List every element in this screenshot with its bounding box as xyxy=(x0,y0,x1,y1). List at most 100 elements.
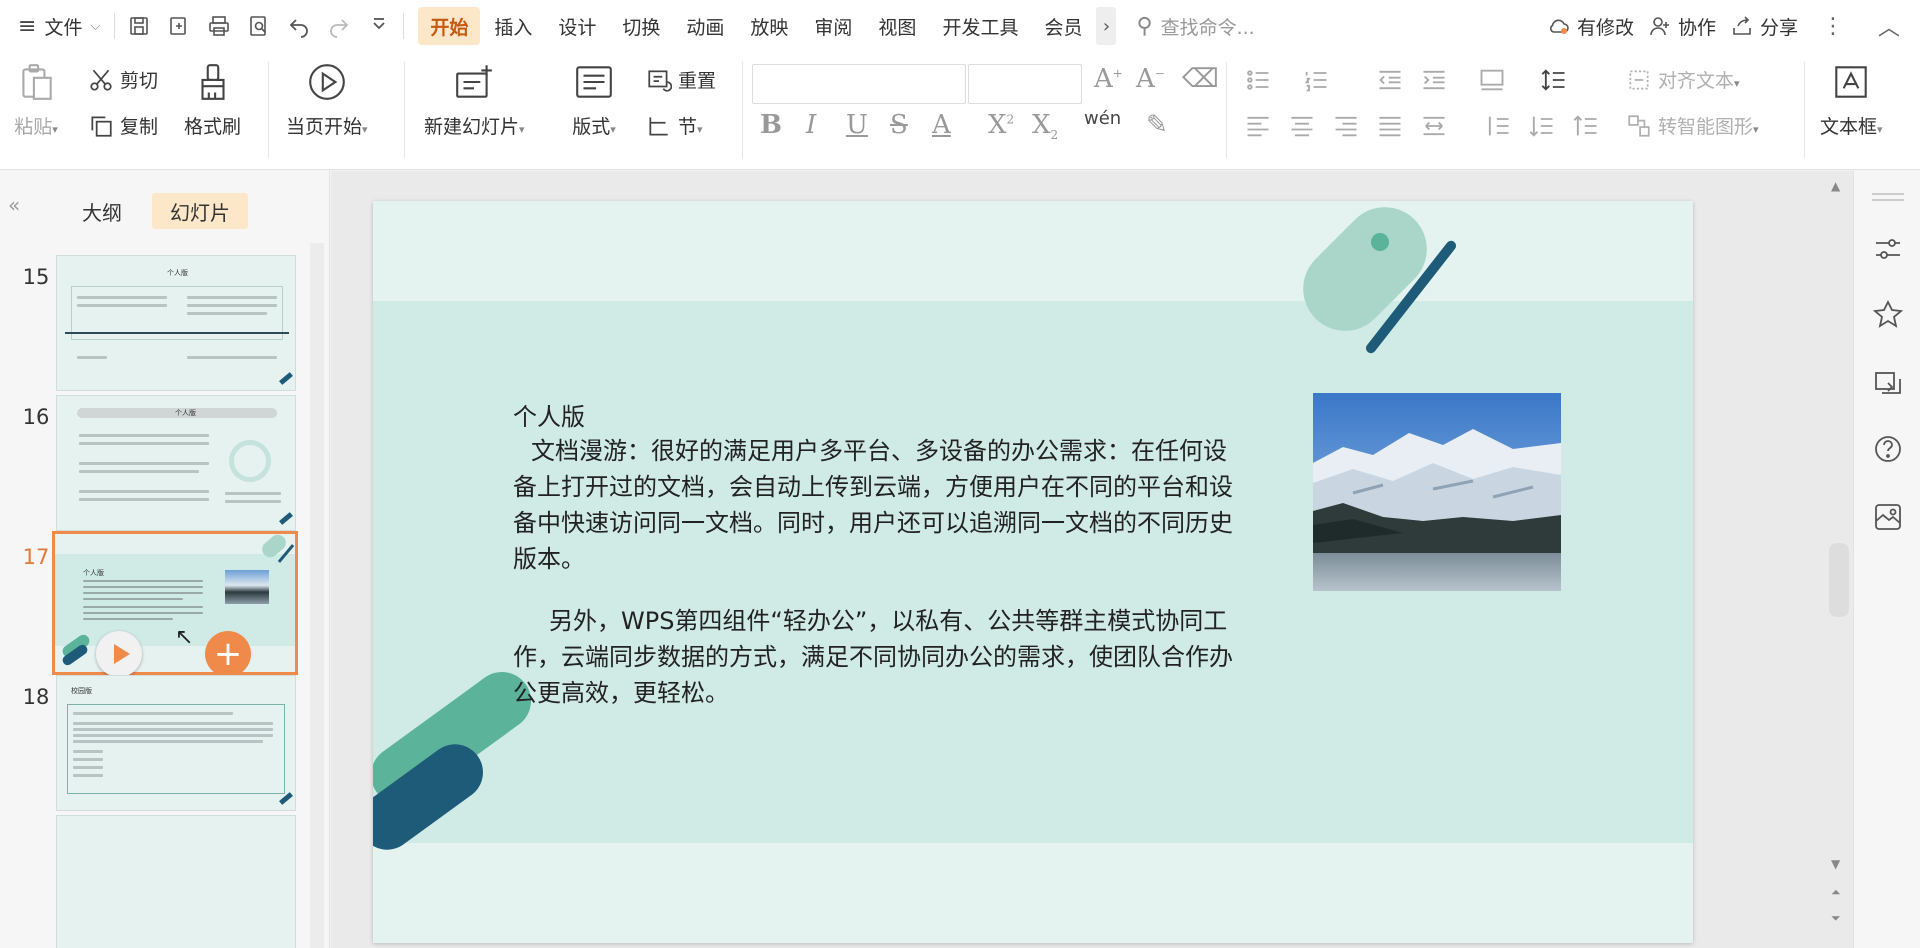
line-spacing-2-icon[interactable] xyxy=(1528,112,1556,144)
collapse-panel-icon[interactable]: « xyxy=(8,193,20,217)
slide-thumbnail-row[interactable]: 15 个人版 xyxy=(0,255,310,395)
font-family-select[interactable] xyxy=(752,64,966,104)
print-icon[interactable] xyxy=(201,8,237,44)
justify-icon[interactable] xyxy=(1376,112,1404,144)
slide-paragraph[interactable]: 文档漫游：很好的满足用户多平台、多设备的办公需求：在任何设备上打开过的文档，会自… xyxy=(513,433,1233,577)
paste-button[interactable]: 粘贴▾ xyxy=(12,58,60,139)
font-size-select[interactable] xyxy=(968,64,1082,104)
slide-thumbnail[interactable] xyxy=(56,815,296,948)
align-right-icon[interactable] xyxy=(1332,112,1360,144)
tab-home[interactable]: 开始 xyxy=(418,7,481,45)
align-center-icon[interactable] xyxy=(1288,112,1316,144)
subscript-icon[interactable]: X2 xyxy=(1032,110,1058,142)
decrease-font-icon[interactable]: A− xyxy=(1136,64,1165,94)
mountain-lake-photo[interactable] xyxy=(1313,393,1561,591)
slide-thumbnail[interactable]: 个人版 xyxy=(56,255,296,391)
properties-sliders-icon[interactable] xyxy=(1872,233,1904,265)
tab-developer[interactable]: 开发工具 xyxy=(930,7,1030,45)
tab-outline[interactable]: 大纲 xyxy=(64,193,140,229)
tab-review[interactable]: 审阅 xyxy=(802,7,864,45)
slide-thumbnail[interactable]: 校园版 xyxy=(56,675,296,811)
file-menu[interactable]: ≡ 文件 ⌵ xyxy=(0,8,108,44)
slide-paragraph[interactable]: 另外，WPS第四组件“轻办公”，以私有、公共等群主模式协同工作，云端同步数据的方… xyxy=(513,603,1233,711)
align-left-icon[interactable] xyxy=(1244,112,1272,144)
superscript-icon[interactable]: X2 xyxy=(988,110,1014,140)
align-text-button[interactable]: 对齐文本▾ xyxy=(1626,66,1740,93)
line-spacing-icon[interactable] xyxy=(1540,66,1568,98)
tab-slideshow[interactable]: 放映 xyxy=(738,7,800,45)
previous-slide-icon[interactable]: ⏶ xyxy=(1831,885,1841,900)
tab-member[interactable]: 会员 xyxy=(1032,7,1094,45)
thumbnail-scrollbar[interactable] xyxy=(310,243,324,948)
redo-icon[interactable] xyxy=(321,8,357,44)
save-as-icon[interactable] xyxy=(161,8,197,44)
section-button[interactable]: 节▾ xyxy=(646,112,703,139)
share-label: 分享 xyxy=(1759,16,1798,39)
format-painter-button[interactable]: 格式刷 xyxy=(184,58,241,139)
increase-indent-icon[interactable] xyxy=(1420,66,1448,98)
italic-icon[interactable]: I xyxy=(806,110,816,140)
animation-star-icon[interactable] xyxy=(1872,299,1904,331)
template-gallery-icon[interactable] xyxy=(1872,501,1904,533)
paragraph-spacing-icon[interactable] xyxy=(1484,112,1512,144)
pinyin-guide-icon[interactable]: wén xyxy=(1084,108,1121,129)
slide-thumbnail-row[interactable]: 18 校园版 xyxy=(0,675,310,815)
slide-thumbnail-selected[interactable]: 个人版 xyxy=(52,531,298,675)
strikethrough-icon[interactable]: S xyxy=(890,110,908,140)
play-slide-button[interactable] xyxy=(96,631,142,677)
slide-thumbnail-row[interactable]: 16 个人版 xyxy=(0,395,310,535)
copy-button[interactable]: 复制 xyxy=(88,112,158,139)
play-from-current-button[interactable]: 当页开始▾ xyxy=(286,58,368,139)
more-options-icon[interactable]: ⋮ xyxy=(1812,14,1854,39)
numbered-list-icon[interactable] xyxy=(1302,66,1330,98)
column-spacing-icon[interactable] xyxy=(1572,112,1600,144)
slide-thumbnail-row[interactable] xyxy=(0,815,310,948)
canvas-scrollbar[interactable]: ▲ ▼ ⏶ ⏷ xyxy=(1825,171,1853,948)
tab-view[interactable]: 视图 xyxy=(866,7,928,45)
scroll-up-icon[interactable]: ▲ xyxy=(1831,179,1840,193)
undo-icon[interactable] xyxy=(281,8,317,44)
underline-icon[interactable]: U xyxy=(846,110,868,140)
increase-font-icon[interactable]: A+ xyxy=(1094,64,1123,94)
collapse-ribbon-icon[interactable]: ︿ xyxy=(1868,10,1910,42)
modified-button[interactable]: 有修改 xyxy=(1547,13,1634,40)
tab-insert[interactable]: 插入 xyxy=(482,7,544,45)
scrollbar-thumb[interactable] xyxy=(1829,543,1849,617)
highlight-icon[interactable]: ✎ xyxy=(1146,110,1168,140)
current-slide[interactable]: 个人版 文档漫游：很好的满足用户多平台、多设备的办公需求：在任何设备上打开过的文… xyxy=(373,201,1693,943)
tab-animations[interactable]: 动画 xyxy=(674,7,736,45)
customize-toolbar-icon[interactable] xyxy=(361,8,397,44)
add-slide-button[interactable]: + xyxy=(205,631,251,677)
more-tabs-chevron-icon[interactable]: › xyxy=(1096,7,1117,45)
reset-button[interactable]: 重置 xyxy=(646,66,716,93)
distribute-icon[interactable] xyxy=(1420,112,1448,144)
cut-button[interactable]: 剪切 xyxy=(88,66,158,93)
decrease-indent-icon[interactable] xyxy=(1376,66,1404,98)
tab-transitions[interactable]: 切换 xyxy=(610,7,672,45)
new-slide-button[interactable]: 新建幻灯片▾ xyxy=(424,58,525,139)
thumbnail-text-line xyxy=(79,434,209,437)
slide-thumbnail[interactable]: 个人版 xyxy=(56,395,296,531)
clear-format-icon[interactable]: ⌫ xyxy=(1182,64,1219,94)
layout-button[interactable]: 版式▾ xyxy=(570,58,618,139)
slide-thumbnail-row-current[interactable]: 17 个人版 + ↖ xyxy=(0,531,310,677)
slide-title[interactable]: 个人版 xyxy=(513,397,585,432)
bold-icon[interactable]: B xyxy=(760,110,782,140)
scroll-down-icon[interactable]: ▼ xyxy=(1831,857,1840,871)
textbox-button[interactable]: 文本框▾ xyxy=(1820,58,1883,139)
text-direction-icon[interactable] xyxy=(1478,66,1506,98)
help-icon[interactable] xyxy=(1872,433,1904,465)
bullet-list-icon[interactable] xyxy=(1244,66,1272,98)
cut-label: 剪切 xyxy=(120,70,159,92)
next-slide-icon[interactable]: ⏷ xyxy=(1831,911,1841,926)
transition-icon[interactable] xyxy=(1872,367,1904,399)
tab-design[interactable]: 设计 xyxy=(546,7,608,45)
tab-slides[interactable]: 幻灯片 xyxy=(152,193,248,229)
print-preview-icon[interactable] xyxy=(241,8,277,44)
command-search[interactable]: ⚲ 查找命令... xyxy=(1136,13,1254,40)
smart-art-button[interactable]: 转智能图形▾ xyxy=(1626,112,1759,139)
collaborate-button[interactable]: 协作 xyxy=(1648,13,1716,40)
font-color-icon[interactable]: A xyxy=(932,110,951,140)
save-icon[interactable] xyxy=(121,8,157,44)
share-button[interactable]: 分享 xyxy=(1730,13,1798,40)
